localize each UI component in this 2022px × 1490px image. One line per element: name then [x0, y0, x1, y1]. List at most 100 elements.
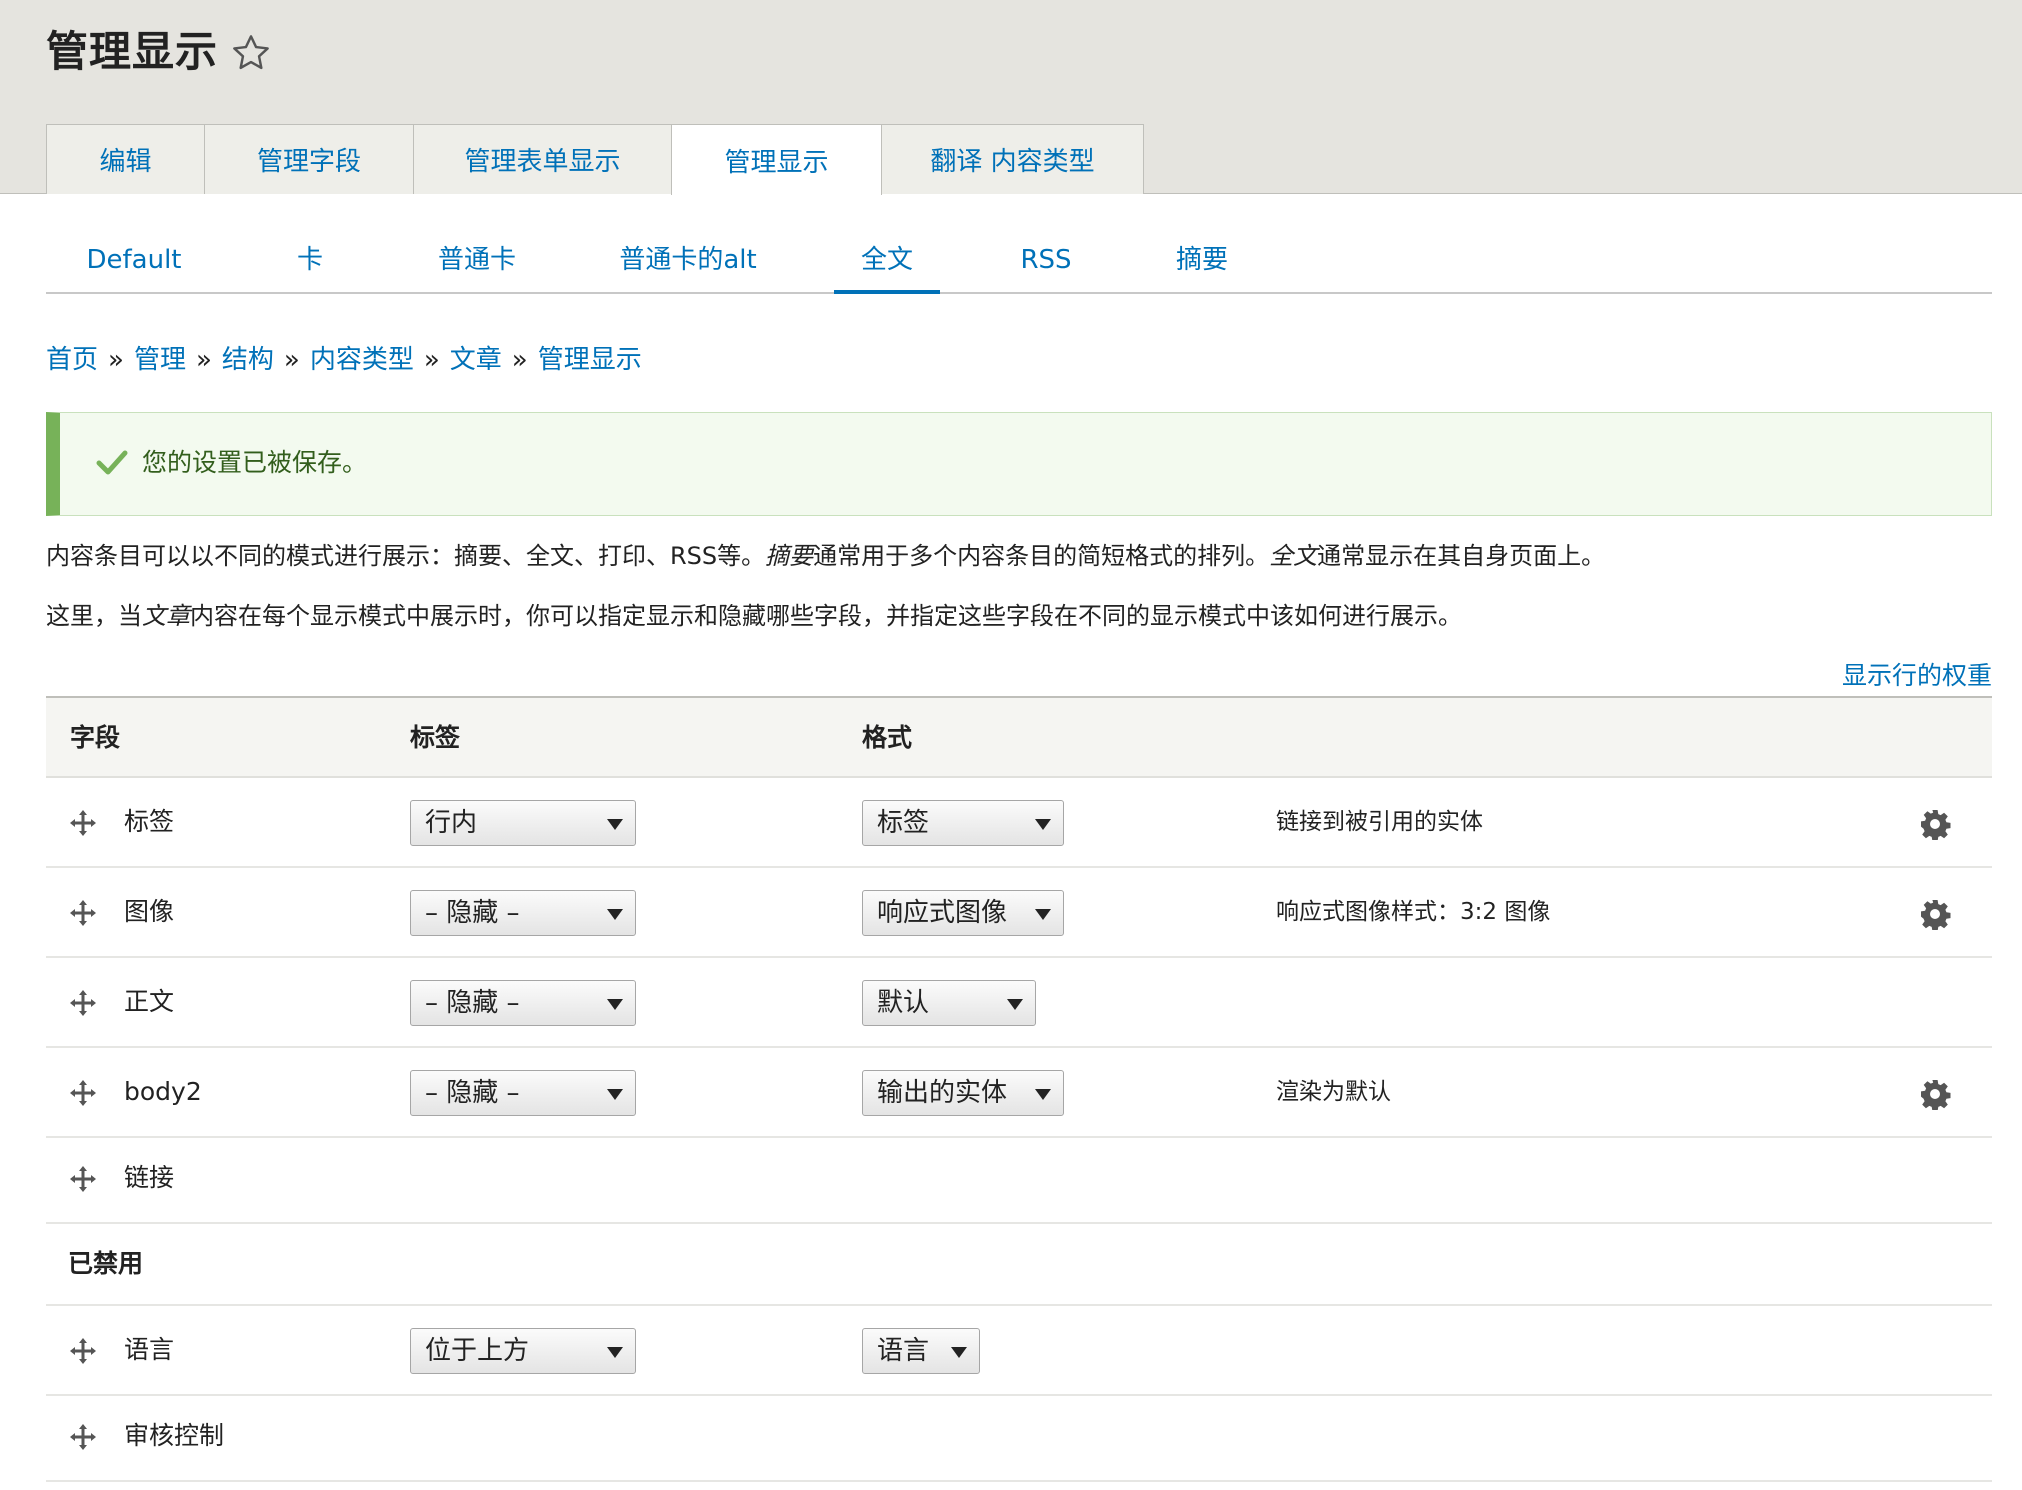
tab-label: 管理显示 [724, 147, 829, 178]
format-summary: 渲染为默认 [1276, 1079, 1391, 1105]
tab-manage-display[interactable]: 管理显示 [671, 124, 882, 195]
select-value: – 隐藏 – [425, 1078, 520, 1108]
view-mode-plain-card[interactable]: 普通卡 [432, 228, 522, 294]
show-row-weights-link[interactable]: 显示行的权重 [1842, 656, 1992, 696]
table-row: 链接 [46, 1138, 1992, 1224]
select-value: 输出的实体 [877, 1078, 1008, 1108]
dropdown-arrow-icon [1035, 819, 1051, 830]
label-select[interactable]: 位于上方 [410, 1328, 636, 1374]
breadcrumb-manage-display[interactable]: 管理显示 [538, 345, 642, 375]
format-select[interactable]: 语言 [862, 1328, 980, 1374]
label-select[interactable]: – 隐藏 – [410, 980, 636, 1026]
field-name: 审核控制 [124, 1421, 225, 1450]
field-name: 链接 [124, 1163, 175, 1192]
table-row: 标签 行内 标签 链接到被引用的实体 [46, 778, 1992, 868]
description-text: 这里，当 [46, 602, 142, 630]
table-row: 正文 – 隐藏 – 默认 [46, 958, 1992, 1048]
label-select[interactable]: – 隐藏 – [410, 1070, 636, 1116]
breadcrumb-home[interactable]: 首页 [46, 345, 98, 375]
region-title: 已禁用 [68, 1249, 144, 1278]
field-name: 图像 [124, 897, 175, 926]
status-message-text: 您的设置已被保存。 [142, 448, 368, 477]
page-title: 管理显示 [46, 27, 219, 76]
description-line-2: 这里，当文章内容在每个显示模式中展示时，你可以指定显示和隐藏哪些字段，并指定这些… [46, 598, 1462, 634]
table-row: 语言 位于上方 语言 [46, 1306, 1992, 1396]
dropdown-arrow-icon [951, 1347, 967, 1358]
drag-handle-icon[interactable] [68, 1422, 98, 1452]
select-value: – 隐藏 – [425, 898, 520, 928]
drag-handle-icon[interactable] [68, 1164, 98, 1194]
select-value: 位于上方 [425, 1336, 530, 1366]
breadcrumb-separator: » [511, 345, 528, 375]
gear-icon[interactable] [1919, 1078, 1951, 1110]
description-text: 通常显示在其自身页面上。 [1317, 542, 1606, 570]
drag-handle-icon[interactable] [68, 898, 98, 928]
description-line-1: 内容条目可以以不同的模式进行展示：摘要、全文、打印、RSS等。摘要通常用于多个内… [46, 538, 1605, 574]
tab-translate-content-type[interactable]: 翻译 内容类型 [881, 124, 1144, 194]
view-mode-tabs: Default 卡 普通卡 普通卡的alt 全文 RSS 摘要 [46, 228, 1992, 294]
format-select[interactable]: 输出的实体 [862, 1070, 1064, 1116]
drag-handle-icon[interactable] [68, 808, 98, 838]
field-name: 语言 [124, 1335, 175, 1364]
drag-handle-icon[interactable] [68, 1078, 98, 1108]
table-row: 图像 – 隐藏 – 响应式图像 响应式图像样式：3:2 图像 [46, 868, 1992, 958]
select-value: – 隐藏 – [425, 988, 520, 1018]
dropdown-arrow-icon [1035, 909, 1051, 920]
check-icon [96, 450, 128, 475]
breadcrumb-separator: » [108, 345, 124, 375]
dropdown-arrow-icon [607, 999, 623, 1010]
breadcrumb-separator: » [283, 345, 300, 375]
gear-icon[interactable] [1919, 898, 1951, 930]
view-mode-full[interactable]: 全文 [834, 228, 940, 294]
page-header: 管理显示 编辑 管理字段 管理表单显示 管理显示 翻译 内容类型 [0, 0, 2022, 195]
select-value: 响应式图像 [877, 898, 1008, 928]
select-value: 语言 [877, 1336, 930, 1366]
star-icon[interactable] [230, 32, 272, 74]
table-row: body2 – 隐藏 – 输出的实体 渲染为默认 [46, 1048, 1992, 1138]
tab-manage-form-display[interactable]: 管理表单显示 [413, 124, 672, 194]
view-mode-card[interactable]: 卡 [290, 228, 330, 294]
primary-tabs: 编辑 管理字段 管理表单显示 管理显示 翻译 内容类型 [46, 124, 1144, 195]
view-mode-plain-card-alt[interactable]: 普通卡的alt [616, 228, 760, 294]
drag-handle-icon[interactable] [68, 988, 98, 1018]
format-select[interactable]: 标签 [862, 800, 1064, 846]
column-header-label: 标签 [410, 723, 461, 752]
column-header-format: 格式 [862, 723, 913, 752]
dropdown-arrow-icon [1035, 1089, 1051, 1100]
view-mode-default[interactable]: Default [76, 228, 192, 294]
format-select[interactable]: 响应式图像 [862, 890, 1064, 936]
view-mode-rss[interactable]: RSS [1016, 228, 1076, 294]
format-select[interactable]: 默认 [862, 980, 1036, 1026]
select-value: 标签 [877, 808, 930, 838]
column-header-field: 字段 [70, 723, 121, 752]
description-text: 通常用于多个内容条目的简短格式的排列。 [813, 542, 1270, 570]
tab-edit[interactable]: 编辑 [46, 124, 205, 194]
view-mode-teaser[interactable]: 摘要 [1172, 228, 1232, 294]
breadcrumb-separator: » [195, 345, 212, 375]
tab-label: 管理表单显示 [464, 147, 621, 177]
field-name: 正文 [124, 987, 175, 1016]
dropdown-arrow-icon [607, 819, 623, 830]
description-text: 内容条目可以以不同的模式进行展示：摘要、全文、打印、RSS等。 [46, 542, 766, 570]
tab-manage-fields[interactable]: 管理字段 [204, 124, 414, 194]
format-summary: 链接到被引用的实体 [1276, 809, 1483, 835]
field-name: 标签 [124, 807, 175, 836]
dropdown-arrow-icon [607, 909, 623, 920]
tab-label: 编辑 [99, 147, 152, 177]
gear-icon[interactable] [1919, 808, 1951, 840]
breadcrumb-structure[interactable]: 结构 [222, 345, 274, 375]
drag-handle-icon[interactable] [68, 1336, 98, 1366]
dropdown-arrow-icon [607, 1347, 623, 1358]
description-emphasis: 摘要 [765, 542, 814, 570]
label-select[interactable]: – 隐藏 – [410, 890, 636, 936]
breadcrumb-admin[interactable]: 管理 [134, 345, 186, 375]
breadcrumb: 首页 » 管理 » 结构 » 内容类型 » 文章 » 管理显示 [46, 340, 642, 380]
region-row-disabled: 已禁用 [46, 1224, 1992, 1306]
dropdown-arrow-icon [1007, 999, 1023, 1010]
label-select[interactable]: 行内 [410, 800, 636, 846]
field-display-table: 字段 标签 格式 标签 行内 标签 链接到被引用的实体 图像 – 隐藏 – 响应… [46, 696, 1992, 1482]
breadcrumb-content-types[interactable]: 内容类型 [310, 345, 414, 375]
description-emphasis: 文章 [142, 602, 190, 630]
tab-label: 管理字段 [256, 147, 361, 177]
breadcrumb-article[interactable]: 文章 [450, 345, 502, 375]
